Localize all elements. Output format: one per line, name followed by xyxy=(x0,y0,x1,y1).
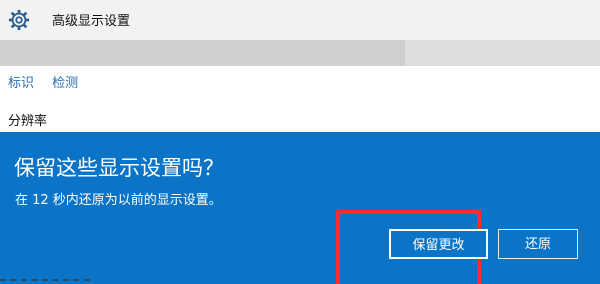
window-title: 高级显示设置 xyxy=(52,14,131,29)
display-preview-margin xyxy=(405,40,600,66)
gear-icon xyxy=(8,9,30,31)
revert-button[interactable]: 还原 xyxy=(498,229,578,259)
divider xyxy=(0,279,90,281)
dialog-message: 在 12 秒内还原为以前的显示设置。 xyxy=(15,193,222,208)
dialog-title: 保留这些显示设置吗？ xyxy=(14,156,224,180)
display-preview-panel xyxy=(0,40,405,66)
keep-display-settings-dialog: 保留这些显示设置吗？ 在 12 秒内还原为以前的显示设置。 保留更改 还原 xyxy=(0,132,600,284)
display-links: 标识 检测 xyxy=(8,72,92,91)
resolution-label: 分辨率 xyxy=(8,114,48,129)
identify-link[interactable]: 标识 xyxy=(8,76,34,91)
title-bar: 高级显示设置 xyxy=(0,0,600,40)
keep-changes-button[interactable]: 保留更改 xyxy=(389,229,488,259)
detect-link[interactable]: 检测 xyxy=(52,76,78,91)
